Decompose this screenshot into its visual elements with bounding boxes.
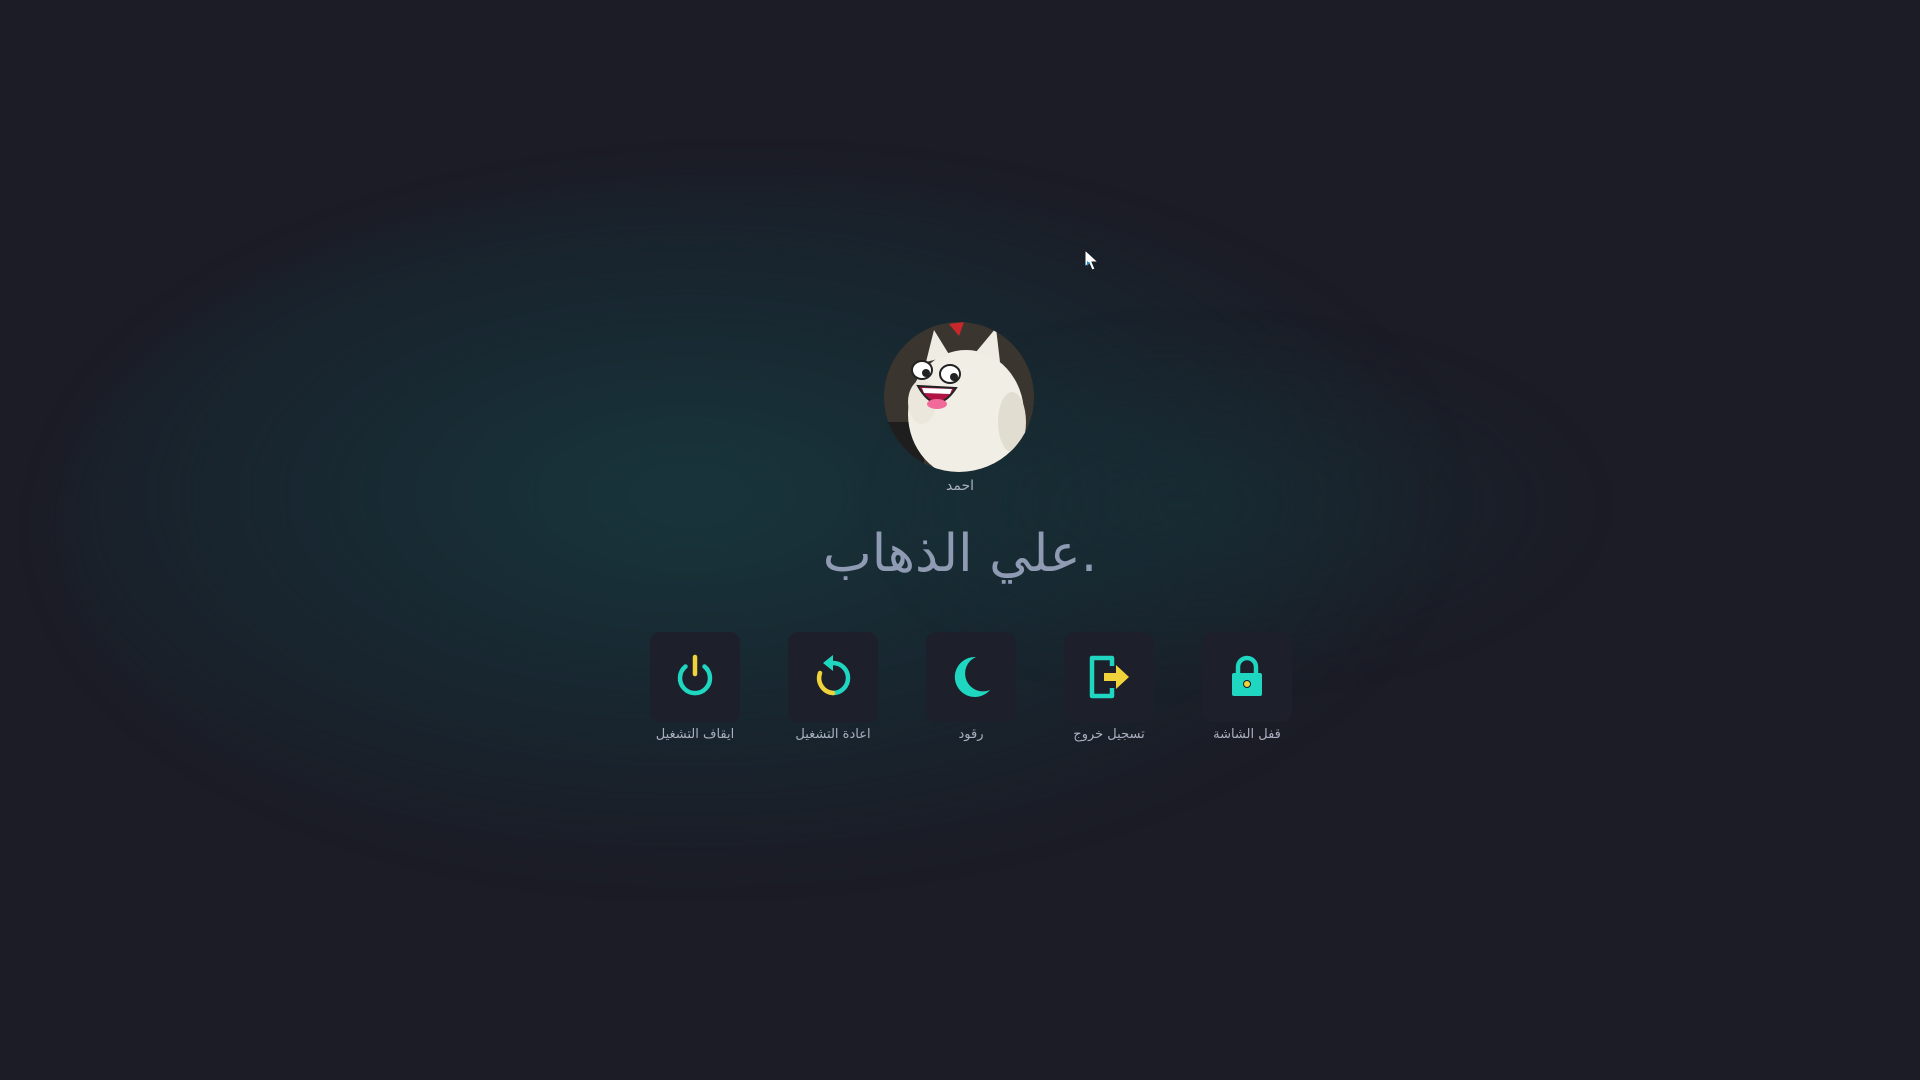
- lock-icon: [1232, 655, 1262, 696]
- suspend-label: رقود: [958, 727, 984, 742]
- logout-label: تسجيل خروج: [1073, 727, 1145, 742]
- suspend-button[interactable]: رقود: [906, 632, 1036, 752]
- shutdown-tile[interactable]: [650, 632, 740, 722]
- username-label: احمد: [946, 478, 974, 494]
- restart-icon: [816, 655, 851, 696]
- greeting-text: علي الذهاب.: [822, 524, 1098, 584]
- user-avatar: [884, 322, 1034, 472]
- shutdown-button[interactable]: ايقاف التشغيل: [630, 632, 760, 752]
- suspend-tile[interactable]: [926, 632, 1016, 722]
- session-actions: ايقاف التشغيل اعادة التشغيل رقود تسجيل خ…: [630, 632, 1292, 752]
- lock-screen-button[interactable]: قفل الشاشة: [1182, 632, 1312, 752]
- mouse-cursor-icon: [1084, 249, 1100, 271]
- power-icon: [677, 654, 713, 696]
- lock-screen-tile[interactable]: [1202, 632, 1292, 722]
- logout-tile[interactable]: [1064, 632, 1154, 722]
- lock-screen-label: قفل الشاشة: [1213, 727, 1281, 742]
- logout-button[interactable]: تسجيل خروج: [1044, 632, 1174, 752]
- restart-tile[interactable]: [788, 632, 878, 722]
- logout-icon: [1089, 655, 1129, 699]
- restart-button[interactable]: اعادة التشغيل: [768, 632, 898, 752]
- shutdown-label: ايقاف التشغيل: [655, 727, 735, 742]
- restart-label: اعادة التشغيل: [795, 727, 871, 742]
- moon-icon: [954, 656, 990, 697]
